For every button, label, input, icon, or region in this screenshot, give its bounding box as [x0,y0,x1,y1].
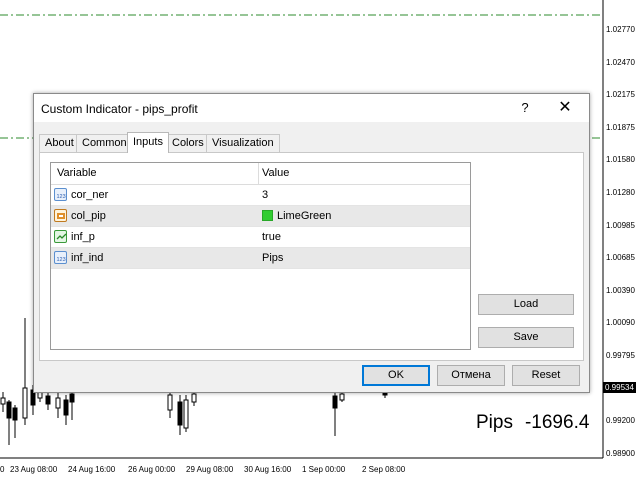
variable-name: cor_ner [71,189,109,201]
candle-body [339,393,345,401]
candle-body [191,393,197,403]
dialog-titlebar[interactable]: Custom Indicator - pips_profit ? ✕ [34,94,589,122]
variable-name: col_pip [71,210,106,222]
price-axis-label: 1.02175 [606,90,635,100]
price-axis-label: 0.99200 [606,416,635,426]
color-swatch [262,210,273,221]
candle-body [6,401,12,419]
load-button[interactable]: Load [478,294,574,315]
number-icon: 123 [54,251,67,264]
candle-body [45,395,51,405]
candle-body [167,394,173,411]
variable-name: inf_ind [71,252,104,264]
tab-colors[interactable]: Colors [166,134,210,152]
time-axis-label: 0 [0,465,5,474]
price-axis-label: 0.99795 [606,351,635,360]
price-axis-label: 1.00685 [606,253,635,263]
time-axis-label: 26 Aug 00:00 [128,465,176,474]
price-axis-label: 1.01875 [606,122,635,132]
variable-value[interactable]: Pips [262,252,283,264]
inputs-table: Variable Value 123 cor_ner 3 col_pip Lim… [50,162,471,350]
time-axis-label: 2 Sep 08:00 [362,465,406,474]
candle-body [63,399,69,416]
candle-body [0,397,6,405]
price-axis-label: 1.00090 [606,318,635,328]
svg-text:123: 123 [57,257,66,263]
time-axis-label: 1 Sep 00:00 [302,465,346,474]
pips-readout: Pips -1696.4 [476,412,601,434]
current-price-tag: 0.99534 [603,382,636,393]
price-axis-label: 1.01580 [606,155,635,165]
price-axis-label: 1.00985 [606,220,635,230]
time-axis-label: 24 Aug 16:00 [68,465,116,474]
candle-body [177,401,183,426]
candle-body [69,393,75,403]
svg-text:123: 123 [57,194,66,200]
close-icon[interactable]: ✕ [552,97,578,119]
table-header: Variable Value [51,163,470,185]
price-axis-label: 1.00390 [606,285,635,295]
color-icon [54,209,67,222]
reset-button[interactable]: Reset [512,365,580,386]
tab-about[interactable]: About [39,134,80,152]
candle-body [55,397,61,409]
help-button[interactable]: ? [512,97,538,119]
price-axis-label: 1.02470 [606,57,635,67]
time-axis-label: 23 Aug 08:00 [10,465,58,474]
cancel-button[interactable]: Отмена [437,365,505,386]
time-axis-label: 29 Aug 08:00 [186,465,234,474]
time-axis-label: 30 Aug 16:00 [244,465,292,474]
table-row[interactable]: 123 cor_ner 3 [51,185,470,206]
candle-body [332,395,338,409]
variable-value[interactable]: true [262,231,281,243]
table-row[interactable]: col_pip LimeGreen [51,206,470,227]
price-axis-label: 1.02770 [606,25,635,34]
number-icon: 123 [54,188,67,201]
boolean-icon [54,230,67,243]
custom-indicator-dialog: Custom Indicator - pips_profit ? ✕ About… [33,93,590,393]
price-axis-label: 1.01280 [606,188,635,197]
dialog-title: Custom Indicator - pips_profit [41,102,198,116]
inputs-panel: Variable Value 123 cor_ner 3 col_pip Lim… [39,152,584,361]
table-row[interactable]: 123 inf_ind Pips [51,248,470,269]
variable-name: inf_p [71,231,95,243]
variable-value[interactable]: LimeGreen [277,210,331,222]
header-value[interactable]: Value [262,167,289,179]
tab-common[interactable]: Common [76,134,133,152]
pips-value: -1696.4 [524,412,590,433]
candle-body [183,399,189,429]
table-row[interactable]: inf_p true [51,227,470,248]
tab-inputs[interactable]: Inputs [127,132,169,153]
header-variable[interactable]: Variable [57,167,97,179]
candle-body [12,407,18,421]
save-button[interactable]: Save [478,327,574,348]
ok-button[interactable]: OK [362,365,430,386]
pips-label: Pips [476,412,513,433]
tab-visualization[interactable]: Visualization [206,134,280,152]
candle-body [22,387,28,419]
price-axis-label: 0.98900 [606,448,635,458]
variable-value[interactable]: 3 [262,189,268,201]
